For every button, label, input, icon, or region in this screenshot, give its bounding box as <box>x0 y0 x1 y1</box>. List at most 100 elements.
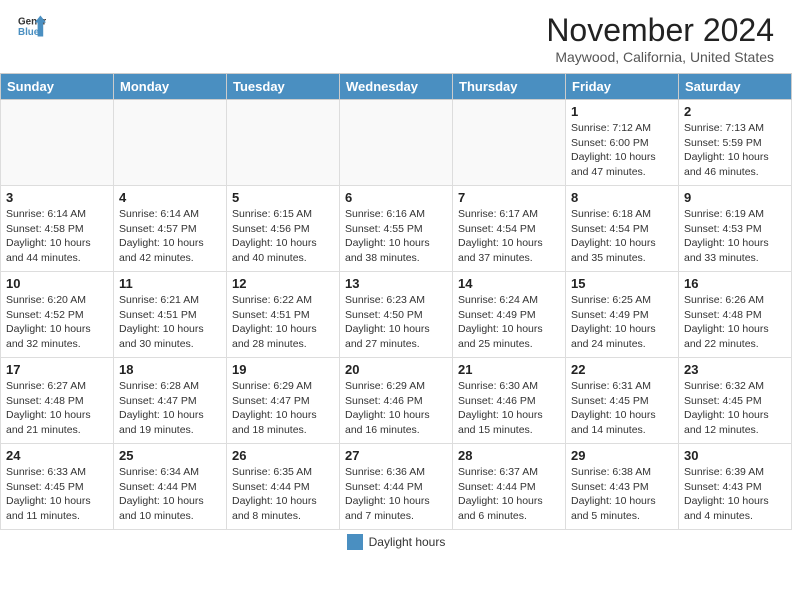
table-row: 10 Sunrise: 6:20 AM Sunset: 4:52 PM Dayli… <box>1 272 114 358</box>
day-number: 16 <box>684 276 786 291</box>
day-info: Sunrise: 6:27 AM Sunset: 4:48 PM Dayligh… <box>6 379 108 438</box>
day-number: 29 <box>571 448 673 463</box>
day-number: 18 <box>119 362 221 377</box>
title-block: November 2024 Maywood, California, Unite… <box>546 12 774 65</box>
day-number: 17 <box>6 362 108 377</box>
table-row: 22 Sunrise: 6:31 AM Sunset: 4:45 PM Dayli… <box>566 358 679 444</box>
table-row <box>227 100 340 186</box>
table-row <box>340 100 453 186</box>
table-row: 15Sunrise: 6:25 AM Sunset: 4:49 PM Dayli… <box>566 272 679 358</box>
table-row <box>1 100 114 186</box>
day-number: 5 <box>232 190 334 205</box>
day-info: Sunrise: 6:31 AM Sunset: 4:45 PM Dayligh… <box>571 379 673 438</box>
table-row: 1Sunrise: 7:12 AM Sunset: 6:00 PM Daylig… <box>566 100 679 186</box>
day-info: Sunrise: 6:21 AM Sunset: 4:51 PM Dayligh… <box>119 293 221 352</box>
day-info: Sunrise: 6:22 AM Sunset: 4:51 PM Dayligh… <box>232 293 334 352</box>
day-info: Sunrise: 6:33 AM Sunset: 4:45 PM Dayligh… <box>6 465 108 524</box>
col-monday: Monday <box>114 74 227 100</box>
day-number: 24 <box>6 448 108 463</box>
table-row: 29 Sunrise: 6:38 AM Sunset: 4:43 PM Dayli… <box>566 444 679 530</box>
day-number: 2 <box>684 104 786 119</box>
day-number: 28 <box>458 448 560 463</box>
day-info: Sunrise: 6:24 AM Sunset: 4:49 PM Dayligh… <box>458 293 560 352</box>
location: Maywood, California, United States <box>546 49 774 65</box>
calendar-week-row: 17 Sunrise: 6:27 AM Sunset: 4:48 PM Dayli… <box>1 358 792 444</box>
table-row: 26Sunrise: 6:35 AM Sunset: 4:44 PM Dayli… <box>227 444 340 530</box>
table-row: 27 Sunrise: 6:36 AM Sunset: 4:44 PM Dayli… <box>340 444 453 530</box>
col-thursday: Thursday <box>453 74 566 100</box>
day-number: 30 <box>684 448 786 463</box>
col-friday: Friday <box>566 74 679 100</box>
day-info: Sunrise: 6:38 AM Sunset: 4:43 PM Dayligh… <box>571 465 673 524</box>
day-info: Sunrise: 7:13 AM Sunset: 5:59 PM Dayligh… <box>684 121 786 180</box>
day-number: 13 <box>345 276 447 291</box>
calendar-header-row: Sunday Monday Tuesday Wednesday Thursday… <box>1 74 792 100</box>
day-info: Sunrise: 6:34 AM Sunset: 4:44 PM Dayligh… <box>119 465 221 524</box>
table-row: 21 Sunrise: 6:30 AM Sunset: 4:46 PM Dayli… <box>453 358 566 444</box>
table-row: 7 Sunrise: 6:17 AM Sunset: 4:54 PM Daylig… <box>453 186 566 272</box>
table-row: 14 Sunrise: 6:24 AM Sunset: 4:49 PM Dayli… <box>453 272 566 358</box>
day-number: 22 <box>571 362 673 377</box>
day-number: 19 <box>232 362 334 377</box>
footer: Daylight hours <box>0 530 792 552</box>
day-number: 14 <box>458 276 560 291</box>
day-number: 3 <box>6 190 108 205</box>
day-number: 11 <box>119 276 221 291</box>
table-row: 20 Sunrise: 6:29 AM Sunset: 4:46 PM Dayli… <box>340 358 453 444</box>
day-info: Sunrise: 6:18 AM Sunset: 4:54 PM Dayligh… <box>571 207 673 266</box>
day-info: Sunrise: 6:36 AM Sunset: 4:44 PM Dayligh… <box>345 465 447 524</box>
table-row: 3 Sunrise: 6:14 AM Sunset: 4:58 PM Daylig… <box>1 186 114 272</box>
table-row: 5Sunrise: 6:15 AM Sunset: 4:56 PM Daylig… <box>227 186 340 272</box>
day-info: Sunrise: 6:37 AM Sunset: 4:44 PM Dayligh… <box>458 465 560 524</box>
day-number: 10 <box>6 276 108 291</box>
day-number: 23 <box>684 362 786 377</box>
table-row: 25Sunrise: 6:34 AM Sunset: 4:44 PM Dayli… <box>114 444 227 530</box>
day-info: Sunrise: 6:30 AM Sunset: 4:46 PM Dayligh… <box>458 379 560 438</box>
page-header: General Blue November 2024 Maywood, Cali… <box>0 0 792 73</box>
table-row: 4Sunrise: 6:14 AM Sunset: 4:57 PM Daylig… <box>114 186 227 272</box>
col-tuesday: Tuesday <box>227 74 340 100</box>
calendar-week-row: 3 Sunrise: 6:14 AM Sunset: 4:58 PM Daylig… <box>1 186 792 272</box>
day-info: Sunrise: 6:14 AM Sunset: 4:58 PM Dayligh… <box>6 207 108 266</box>
table-row: 18 Sunrise: 6:28 AM Sunset: 4:47 PM Dayli… <box>114 358 227 444</box>
day-info: Sunrise: 7:12 AM Sunset: 6:00 PM Dayligh… <box>571 121 673 180</box>
day-info: Sunrise: 6:20 AM Sunset: 4:52 PM Dayligh… <box>6 293 108 352</box>
svg-text:Blue: Blue <box>18 27 40 38</box>
table-row: 28 Sunrise: 6:37 AM Sunset: 4:44 PM Dayli… <box>453 444 566 530</box>
table-row <box>114 100 227 186</box>
day-number: 21 <box>458 362 560 377</box>
month-title: November 2024 <box>546 12 774 49</box>
day-number: 6 <box>345 190 447 205</box>
table-row: 17 Sunrise: 6:27 AM Sunset: 4:48 PM Dayli… <box>1 358 114 444</box>
table-row: 9Sunrise: 6:19 AM Sunset: 4:53 PM Daylig… <box>679 186 792 272</box>
table-row: 16Sunrise: 6:26 AM Sunset: 4:48 PM Dayli… <box>679 272 792 358</box>
col-wednesday: Wednesday <box>340 74 453 100</box>
logo: General Blue <box>18 12 48 40</box>
day-number: 27 <box>345 448 447 463</box>
table-row: 19 Sunrise: 6:29 AM Sunset: 4:47 PM Dayli… <box>227 358 340 444</box>
table-row: 24 Sunrise: 6:33 AM Sunset: 4:45 PM Dayli… <box>1 444 114 530</box>
table-row: 2 Sunrise: 7:13 AM Sunset: 5:59 PM Daylig… <box>679 100 792 186</box>
day-number: 8 <box>571 190 673 205</box>
day-info: Sunrise: 6:29 AM Sunset: 4:47 PM Dayligh… <box>232 379 334 438</box>
day-info: Sunrise: 6:17 AM Sunset: 4:54 PM Dayligh… <box>458 207 560 266</box>
day-number: 26 <box>232 448 334 463</box>
day-info: Sunrise: 6:28 AM Sunset: 4:47 PM Dayligh… <box>119 379 221 438</box>
logo-icon: General Blue <box>18 12 46 40</box>
day-number: 15 <box>571 276 673 291</box>
day-info: Sunrise: 6:29 AM Sunset: 4:46 PM Dayligh… <box>345 379 447 438</box>
day-info: Sunrise: 6:14 AM Sunset: 4:57 PM Dayligh… <box>119 207 221 266</box>
table-row: 30Sunrise: 6:39 AM Sunset: 4:43 PM Dayli… <box>679 444 792 530</box>
calendar-week-row: 24 Sunrise: 6:33 AM Sunset: 4:45 PM Dayli… <box>1 444 792 530</box>
calendar-week-row: 10 Sunrise: 6:20 AM Sunset: 4:52 PM Dayli… <box>1 272 792 358</box>
col-sunday: Sunday <box>1 74 114 100</box>
table-row: 11 Sunrise: 6:21 AM Sunset: 4:51 PM Dayli… <box>114 272 227 358</box>
day-info: Sunrise: 6:16 AM Sunset: 4:55 PM Dayligh… <box>345 207 447 266</box>
day-info: Sunrise: 6:19 AM Sunset: 4:53 PM Dayligh… <box>684 207 786 266</box>
day-number: 20 <box>345 362 447 377</box>
day-number: 7 <box>458 190 560 205</box>
table-row: 6 Sunrise: 6:16 AM Sunset: 4:55 PM Daylig… <box>340 186 453 272</box>
col-saturday: Saturday <box>679 74 792 100</box>
calendar-week-row: 1Sunrise: 7:12 AM Sunset: 6:00 PM Daylig… <box>1 100 792 186</box>
day-info: Sunrise: 6:32 AM Sunset: 4:45 PM Dayligh… <box>684 379 786 438</box>
